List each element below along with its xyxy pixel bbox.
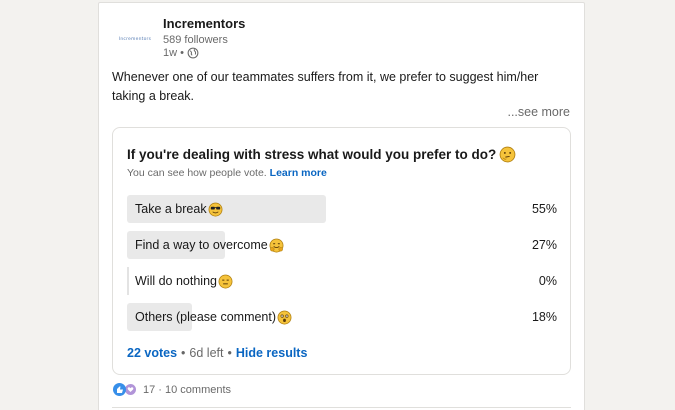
author-name[interactable]: Incrementors [163, 16, 245, 31]
company-logo[interactable]: Incrementors [113, 23, 157, 53]
poll-option-label: Others (please comment) [135, 310, 277, 324]
poll-option-percent: 55% [531, 202, 557, 216]
thinking-face-icon [499, 146, 516, 163]
poll-option-label-wrap: Others (please comment) [135, 303, 292, 331]
poll-option-percent: 18% [531, 310, 557, 324]
globe-icon [187, 47, 199, 59]
footer-dot: • [181, 346, 186, 360]
learn-more-link[interactable]: Learn more [270, 167, 327, 179]
poll-footer: 22 votes • 6d left • Hide results [127, 346, 307, 360]
post-time: 1w [163, 47, 178, 59]
reaction-comment-counts[interactable]: 17 · 10 comments [143, 384, 231, 396]
poll-visibility-note: You can see how people vote. Learn more [127, 167, 327, 179]
like-reaction-icon [113, 383, 126, 396]
poll-question: If you're dealing with stress what would… [127, 146, 516, 163]
expressionless-face-icon [218, 274, 233, 288]
poll-note-text: You can see how people vote. [127, 167, 267, 179]
follower-count: 589 followers [163, 34, 228, 46]
poll-option-percent: 27% [531, 238, 557, 252]
post-card: Incrementors Incrementors 589 followers … [98, 2, 585, 410]
astonished-face-icon [277, 310, 292, 324]
poll-option-label: Find a way to overcome [135, 238, 268, 252]
time-left: 6d left [189, 346, 224, 360]
poll-option-label: Take a break [135, 202, 207, 216]
hugging-face-icon [269, 238, 284, 252]
poll-option-label-wrap: Will do nothing [135, 267, 233, 295]
poll-option-label: Will do nothing [135, 274, 217, 288]
footer-dot: • [227, 346, 232, 360]
poll-option-label-wrap: Take a break [135, 195, 223, 223]
poll-option-take-a-break[interactable]: Take a break 55% [127, 195, 557, 223]
poll-option-do-nothing[interactable]: Will do nothing 0% [127, 267, 557, 295]
post-body: Whenever one of our teammates suffers fr… [112, 70, 539, 103]
poll-option-percent: 0% [538, 274, 557, 288]
svg-text:Incrementors: Incrementors [119, 36, 152, 42]
poll-question-text: If you're dealing with stress what would… [127, 147, 497, 162]
see-more-button[interactable]: ...see more [507, 105, 570, 119]
meta-separator: • [180, 47, 184, 59]
hide-results-button[interactable]: Hide results [236, 346, 308, 360]
poll-option-others[interactable]: Others (please comment) 18% [127, 303, 557, 331]
vote-count-link[interactable]: 22 votes [127, 346, 177, 360]
action-divider [112, 407, 571, 408]
social-counts[interactable]: 17 · 10 comments [113, 383, 231, 396]
company-logo-image: Incrementors [119, 36, 152, 42]
sunglasses-face-icon [208, 202, 223, 216]
post-meta: 1w • [163, 47, 199, 59]
poll-option-label-wrap: Find a way to overcome [135, 231, 284, 259]
poll-container: If you're dealing with stress what would… [112, 127, 571, 375]
poll-result-bar [127, 267, 129, 295]
poll-option-find-a-way[interactable]: Find a way to overcome 27% [127, 231, 557, 259]
